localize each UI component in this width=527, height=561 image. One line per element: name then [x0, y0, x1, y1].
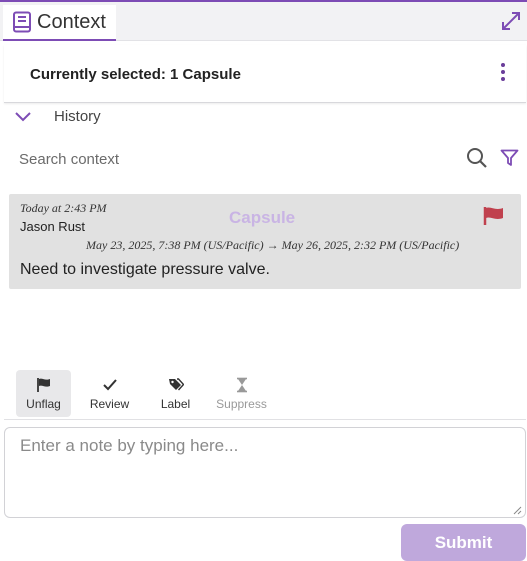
annotation-actions: Unflag Review Label Suppress [16, 370, 280, 417]
unflag-label: Unflag [26, 396, 61, 411]
note-textarea[interactable] [4, 427, 526, 518]
history-toggle[interactable]: History [14, 103, 101, 129]
hourglass-icon [236, 377, 247, 392]
review-label: Review [89, 396, 130, 411]
history-label: History [54, 107, 101, 125]
submit-button[interactable]: Submit [401, 524, 526, 561]
filter-icon[interactable] [500, 149, 519, 167]
expand-arrows-icon[interactable] [500, 10, 522, 32]
unflag-button[interactable]: Unflag [16, 370, 71, 417]
search-input[interactable] [19, 147, 449, 171]
divider [4, 419, 526, 420]
review-button[interactable]: Review [82, 370, 137, 417]
kebab-menu-icon[interactable] [500, 63, 506, 83]
annotation-text: Need to investigate pressure valve. [20, 261, 270, 278]
book-icon [13, 11, 31, 33]
tags-icon [168, 377, 184, 390]
annotation-item[interactable]: Today at 2:43 PM Jason Rust Capsule May … [9, 194, 521, 289]
annotation-type-label: Capsule [229, 208, 296, 227]
flag-icon [36, 377, 50, 392]
suppress-button[interactable]: Suppress [214, 370, 269, 417]
tab-bar: Context [0, 2, 527, 41]
label-label: Label [160, 396, 191, 411]
tab-label: Context [37, 10, 106, 33]
tab-context[interactable]: Context [3, 5, 116, 41]
annotation-time-range: May 23, 2025, 7:38 PM (US/Pacific) → May… [86, 238, 460, 252]
chevron-down-icon [15, 112, 31, 122]
annotation-timestamp: Today at 2:43 PM [20, 201, 107, 215]
search-icon[interactable] [466, 147, 488, 169]
selection-card: Currently selected: 1 Capsule [4, 45, 526, 103]
label-button[interactable]: Label [148, 370, 203, 417]
resize-grip-icon[interactable] [513, 506, 522, 515]
annotation-author: Jason Rust [20, 219, 86, 234]
selection-title: Currently selected: 1 Capsule [30, 66, 241, 83]
checkmark-icon [102, 378, 117, 390]
suppress-label: Suppress [216, 396, 267, 411]
flag-icon[interactable] [483, 206, 505, 226]
